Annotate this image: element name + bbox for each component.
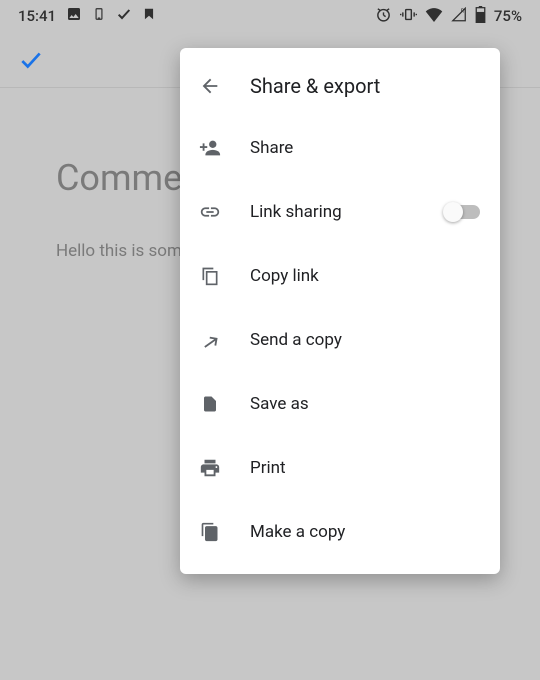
panel-header: Share & export [180,56,500,116]
menu-item-save-as[interactable]: Save as [180,372,500,436]
menu-item-label: Link sharing [250,202,418,222]
modal-overlay[interactable]: Share & export Share Link sharing Copy l… [0,0,540,680]
menu-item-label: Save as [250,394,484,414]
menu-item-print[interactable]: Print [180,436,500,500]
person-add-icon [198,136,222,160]
share-export-panel: Share & export Share Link sharing Copy l… [180,48,500,574]
menu-item-label: Make a copy [250,522,484,542]
link-sharing-toggle[interactable] [446,205,480,219]
print-icon [198,456,222,480]
menu-item-label: Share [250,138,484,158]
menu-item-share[interactable]: Share [180,116,500,180]
link-icon [198,200,222,224]
copy-icon [198,264,222,288]
menu-item-send-copy[interactable]: Send a copy [180,308,500,372]
menu-item-link-sharing[interactable]: Link sharing [180,180,500,244]
menu-item-copy-link[interactable]: Copy link [180,244,500,308]
send-icon [198,328,222,352]
file-copy-icon [198,520,222,544]
menu-item-label: Print [250,458,484,478]
file-icon [198,392,222,416]
menu-item-make-copy[interactable]: Make a copy [180,500,500,564]
menu-item-label: Copy link [250,266,484,286]
panel-title: Share & export [250,74,380,98]
menu-item-label: Send a copy [250,330,484,350]
back-arrow-icon[interactable] [198,74,222,98]
